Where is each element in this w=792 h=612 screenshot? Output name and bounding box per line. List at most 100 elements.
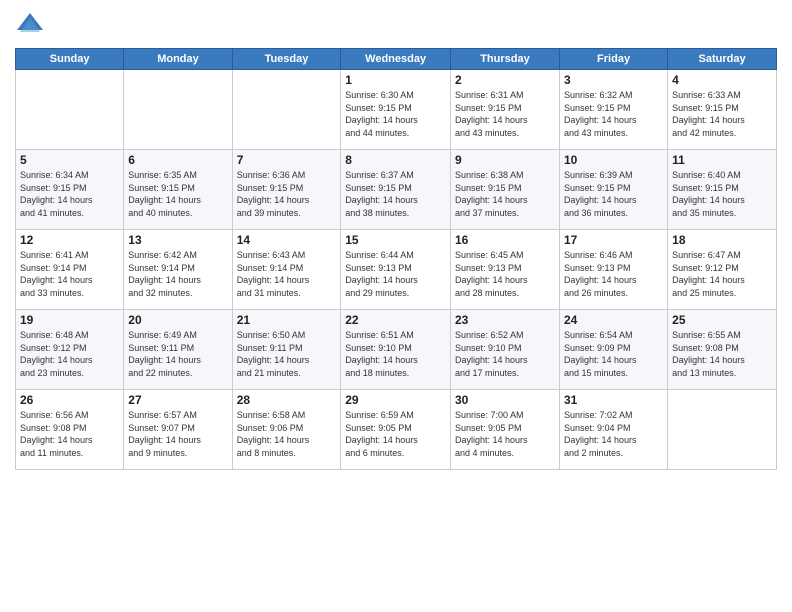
calendar-cell: 19 Sunrise: 6:48 AM Sunset: 9:12 PM Dayli… <box>16 310 124 390</box>
calendar-cell: 6 Sunrise: 6:35 AM Sunset: 9:15 PM Daylig… <box>124 150 232 230</box>
day-number: 25 <box>672 313 772 327</box>
calendar-cell: 2 Sunrise: 6:31 AM Sunset: 9:15 PM Daylig… <box>450 70 559 150</box>
day-number: 8 <box>345 153 446 167</box>
calendar-cell: 8 Sunrise: 6:37 AM Sunset: 9:15 PM Daylig… <box>341 150 451 230</box>
day-number: 17 <box>564 233 663 247</box>
day-info: Sunrise: 6:39 AM Sunset: 9:15 PM Dayligh… <box>564 169 663 219</box>
day-info: Sunrise: 6:50 AM Sunset: 9:11 PM Dayligh… <box>237 329 337 379</box>
day-number: 18 <box>672 233 772 247</box>
day-number: 26 <box>20 393 119 407</box>
weekday-header-friday: Friday <box>559 49 667 70</box>
day-info: Sunrise: 6:36 AM Sunset: 9:15 PM Dayligh… <box>237 169 337 219</box>
day-number: 10 <box>564 153 663 167</box>
header <box>15 10 777 40</box>
calendar-cell: 25 Sunrise: 6:55 AM Sunset: 9:08 PM Dayli… <box>668 310 777 390</box>
day-number: 22 <box>345 313 446 327</box>
calendar-cell: 23 Sunrise: 6:52 AM Sunset: 9:10 PM Dayli… <box>450 310 559 390</box>
day-info: Sunrise: 6:37 AM Sunset: 9:15 PM Dayligh… <box>345 169 446 219</box>
logo <box>15 10 48 40</box>
day-number: 23 <box>455 313 555 327</box>
day-info: Sunrise: 7:02 AM Sunset: 9:04 PM Dayligh… <box>564 409 663 459</box>
day-info: Sunrise: 6:56 AM Sunset: 9:08 PM Dayligh… <box>20 409 119 459</box>
calendar-cell: 12Sunrise: 6:41 AM Sunset: 9:14 PM Dayli… <box>16 230 124 310</box>
calendar-cell <box>16 70 124 150</box>
calendar-cell: 28Sunrise: 6:58 AM Sunset: 9:06 PM Dayli… <box>232 390 341 470</box>
week-row-5: 26 Sunrise: 6:56 AM Sunset: 9:08 PM Dayli… <box>16 390 777 470</box>
week-row-2: 5 Sunrise: 6:34 AM Sunset: 9:15 PM Daylig… <box>16 150 777 230</box>
calendar-cell: 21 Sunrise: 6:50 AM Sunset: 9:11 PM Dayli… <box>232 310 341 390</box>
day-number: 1 <box>345 73 446 87</box>
day-info: Sunrise: 6:55 AM Sunset: 9:08 PM Dayligh… <box>672 329 772 379</box>
calendar-cell: 10 Sunrise: 6:39 AM Sunset: 9:15 PM Dayli… <box>559 150 667 230</box>
calendar-cell: 3Sunrise: 6:32 AM Sunset: 9:15 PM Daylig… <box>559 70 667 150</box>
day-info: Sunrise: 6:38 AM Sunset: 9:15 PM Dayligh… <box>455 169 555 219</box>
day-info: Sunrise: 7:00 AM Sunset: 9:05 PM Dayligh… <box>455 409 555 459</box>
weekday-header-wednesday: Wednesday <box>341 49 451 70</box>
day-number: 14 <box>237 233 337 247</box>
calendar-cell: 18 Sunrise: 6:47 AM Sunset: 9:12 PM Dayli… <box>668 230 777 310</box>
day-number: 30 <box>455 393 555 407</box>
weekday-header-tuesday: Tuesday <box>232 49 341 70</box>
day-info: Sunrise: 6:46 AM Sunset: 9:13 PM Dayligh… <box>564 249 663 299</box>
calendar-cell: 27 Sunrise: 6:57 AM Sunset: 9:07 PM Dayli… <box>124 390 232 470</box>
calendar-cell: 9 Sunrise: 6:38 AM Sunset: 9:15 PM Daylig… <box>450 150 559 230</box>
weekday-header-thursday: Thursday <box>450 49 559 70</box>
calendar-cell: 1 Sunrise: 6:30 AM Sunset: 9:15 PM Daylig… <box>341 70 451 150</box>
day-number: 20 <box>128 313 227 327</box>
week-row-3: 12Sunrise: 6:41 AM Sunset: 9:14 PM Dayli… <box>16 230 777 310</box>
day-info: Sunrise: 6:43 AM Sunset: 9:14 PM Dayligh… <box>237 249 337 299</box>
day-number: 24 <box>564 313 663 327</box>
calendar-table: SundayMondayTuesdayWednesdayThursdayFrid… <box>15 48 777 470</box>
calendar-cell: 13 Sunrise: 6:42 AM Sunset: 9:14 PM Dayli… <box>124 230 232 310</box>
day-number: 2 <box>455 73 555 87</box>
calendar-cell <box>668 390 777 470</box>
day-info: Sunrise: 6:34 AM Sunset: 9:15 PM Dayligh… <box>20 169 119 219</box>
day-info: Sunrise: 6:30 AM Sunset: 9:15 PM Dayligh… <box>345 89 446 139</box>
day-info: Sunrise: 6:48 AM Sunset: 9:12 PM Dayligh… <box>20 329 119 379</box>
day-info: Sunrise: 6:45 AM Sunset: 9:13 PM Dayligh… <box>455 249 555 299</box>
day-number: 15 <box>345 233 446 247</box>
logo-icon <box>15 10 45 40</box>
day-info: Sunrise: 6:52 AM Sunset: 9:10 PM Dayligh… <box>455 329 555 379</box>
weekday-header-saturday: Saturday <box>668 49 777 70</box>
day-number: 16 <box>455 233 555 247</box>
day-info: Sunrise: 6:31 AM Sunset: 9:15 PM Dayligh… <box>455 89 555 139</box>
calendar-cell: 14 Sunrise: 6:43 AM Sunset: 9:14 PM Dayli… <box>232 230 341 310</box>
calendar-cell: 29 Sunrise: 6:59 AM Sunset: 9:05 PM Dayli… <box>341 390 451 470</box>
day-info: Sunrise: 6:57 AM Sunset: 9:07 PM Dayligh… <box>128 409 227 459</box>
day-number: 13 <box>128 233 227 247</box>
day-number: 3 <box>564 73 663 87</box>
calendar-cell: 16 Sunrise: 6:45 AM Sunset: 9:13 PM Dayli… <box>450 230 559 310</box>
day-number: 28 <box>237 393 337 407</box>
calendar-cell: 11 Sunrise: 6:40 AM Sunset: 9:15 PM Dayli… <box>668 150 777 230</box>
day-info: Sunrise: 6:33 AM Sunset: 9:15 PM Dayligh… <box>672 89 772 139</box>
day-info: Sunrise: 6:42 AM Sunset: 9:14 PM Dayligh… <box>128 249 227 299</box>
calendar-cell: 5 Sunrise: 6:34 AM Sunset: 9:15 PM Daylig… <box>16 150 124 230</box>
calendar-cell: 17 Sunrise: 6:46 AM Sunset: 9:13 PM Dayli… <box>559 230 667 310</box>
day-info: Sunrise: 6:35 AM Sunset: 9:15 PM Dayligh… <box>128 169 227 219</box>
day-info: Sunrise: 6:49 AM Sunset: 9:11 PM Dayligh… <box>128 329 227 379</box>
day-number: 27 <box>128 393 227 407</box>
day-number: 29 <box>345 393 446 407</box>
day-info: Sunrise: 6:44 AM Sunset: 9:13 PM Dayligh… <box>345 249 446 299</box>
day-number: 31 <box>564 393 663 407</box>
calendar-cell <box>124 70 232 150</box>
day-number: 5 <box>20 153 119 167</box>
day-info: Sunrise: 6:47 AM Sunset: 9:12 PM Dayligh… <box>672 249 772 299</box>
day-number: 6 <box>128 153 227 167</box>
day-info: Sunrise: 6:54 AM Sunset: 9:09 PM Dayligh… <box>564 329 663 379</box>
calendar-cell: 7Sunrise: 6:36 AM Sunset: 9:15 PM Daylig… <box>232 150 341 230</box>
day-number: 19 <box>20 313 119 327</box>
day-number: 9 <box>455 153 555 167</box>
day-info: Sunrise: 6:40 AM Sunset: 9:15 PM Dayligh… <box>672 169 772 219</box>
week-row-1: 1 Sunrise: 6:30 AM Sunset: 9:15 PM Daylig… <box>16 70 777 150</box>
calendar-cell: 31 Sunrise: 7:02 AM Sunset: 9:04 PM Dayli… <box>559 390 667 470</box>
weekday-header-sunday: Sunday <box>16 49 124 70</box>
day-number: 21 <box>237 313 337 327</box>
day-number: 4 <box>672 73 772 87</box>
week-row-4: 19 Sunrise: 6:48 AM Sunset: 9:12 PM Dayli… <box>16 310 777 390</box>
weekday-header-monday: Monday <box>124 49 232 70</box>
day-number: 11 <box>672 153 772 167</box>
calendar-cell: 4 Sunrise: 6:33 AM Sunset: 9:15 PM Daylig… <box>668 70 777 150</box>
day-info: Sunrise: 6:59 AM Sunset: 9:05 PM Dayligh… <box>345 409 446 459</box>
